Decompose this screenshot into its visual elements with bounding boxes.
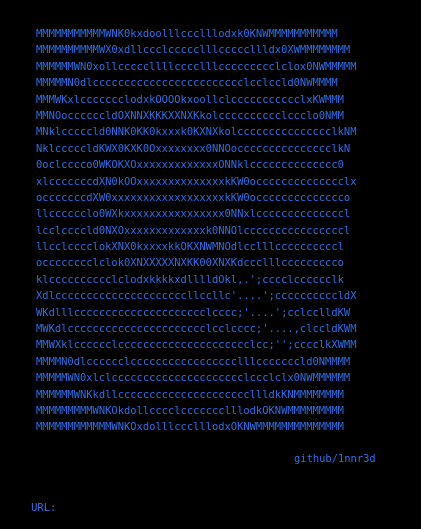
ascii-art-line: MMMMMN0dlcccccccccccccccccccccccclcclccl… (36, 77, 338, 90)
ascii-art-line: llcccccclo0WXkxxxxxxxxxxxxxxxx0NNxlccccc… (36, 208, 351, 221)
ascii-art-line: occcccccdXW0xxxxxxxxxxxxxxxxxxkKW0occccc… (36, 191, 351, 204)
ascii-art-line: MMMMMMMMMMMMWNKOxdolllccclllodxOKNWMMMMM… (36, 421, 344, 434)
ascii-art-line: MMMWKxlccccccclodxkOOOOkxoollclccccccccc… (36, 93, 344, 106)
ascii-art-line: llcclcccclokXNX0kxxxxkkOKXNWMNOdlcclllcc… (36, 241, 344, 254)
ascii-art-line: Xdlcccccccccccccccccccccllccllc'....';cc… (36, 290, 357, 303)
ascii-art-line: MMMMMWN0xlclccccccccccccccccccccclccclcl… (36, 372, 351, 385)
ascii-art-line: WKdlllccccccccccccccccccccclcccc;'....';… (36, 306, 351, 319)
url-prompt: URL: (6, 487, 261, 515)
ascii-art-line: MMMMN0dlcccccclccccccccccccccccclllccccc… (36, 355, 351, 368)
ascii-art-line: MMMMMMMMMWNKOkdollcccclccccccclllodkOKNW… (36, 404, 344, 417)
ascii-art-line: NklcccccldKWX0KXK0Oxxxxxxxx0NNOocccccccc… (36, 142, 351, 155)
ascii-art-line: xlcccccccdXN0kOOxxxxxxxxxxxxxxkKW0occccc… (36, 175, 357, 188)
ascii-art-line: occcccccclclok0XNXXXXXNXKK00XNXKdccclllc… (36, 257, 344, 270)
ascii-art-line: MMNOoccccccldOXNNXKKKXXNXKkolccccccccccl… (36, 109, 344, 122)
url-input[interactable] (60, 501, 261, 515)
ascii-art-line: MMMMMMMMMMWX0xdllccclccccclllcccccllldx0… (36, 44, 351, 57)
ascii-art-line: MMMMMMWNKkdllcccccccccccccccccccccllldkK… (36, 388, 344, 401)
github-credit: github/1nnr3d (294, 453, 376, 465)
ascii-art-line: MWKdlcccccccccccccccccccccclcclcccc;'...… (36, 323, 357, 336)
ascii-art-line: lcclccccld0NXOxxxxxxxxxxxxxk0NNOlccccccc… (36, 224, 351, 237)
ascii-art-logo: MMMMMMMMMMMWNK0kxdoolllccclllodxk0KNWMMM… (36, 26, 356, 436)
ascii-art-line: MNklcccccld0NNK0KK0kxxxk0KXNXkolcccccccc… (36, 126, 357, 139)
url-prompt-label: URL: (31, 502, 57, 514)
ascii-art-line: MMMMMMWN0xollcccccllllcccclllccccccccclc… (36, 60, 357, 73)
ascii-art-line: klcccccccccclclodxkkkkxdlllldOkl,.';cccc… (36, 273, 344, 286)
terminal-window: MMMMMMMMMMMWNK0kxdoolllccclllodxk0KNWMMM… (0, 0, 421, 515)
ascii-art-line: 0oclcccco0WKOKXOxxxxxxxxxxxxxONNklcccccc… (36, 159, 344, 172)
ascii-art-line: MMWXklcccccclccccccccccccccccccccclcc;''… (36, 339, 357, 352)
ascii-art-line: MMMMMMMMMMMWNK0kxdoolllccclllodxk0KNWMMM… (36, 28, 338, 40)
